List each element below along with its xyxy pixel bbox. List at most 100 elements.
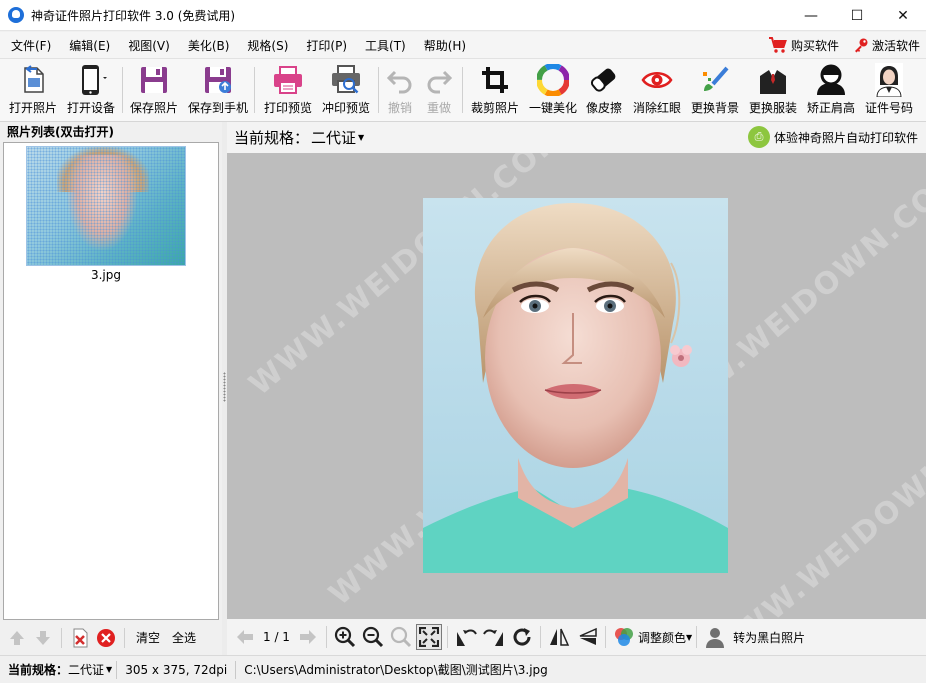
eraser-button[interactable]: 像皮擦 [582,63,626,119]
buy-software-link[interactable]: 购买软件 [768,36,839,54]
menu-file[interactable]: 文件(F) [0,37,58,54]
flip-vertical-button[interactable] [574,624,600,650]
delete-file-button[interactable] [69,627,91,649]
arrow-up-icon [10,630,24,645]
rotate-right-button[interactable] [481,624,507,650]
change-clothes-button[interactable]: 更换服装 [744,63,802,119]
change-background-button[interactable]: 更换背景 [686,63,744,119]
title-bar: 神奇证件照片打印软件 3.0 (免费试用) — ☐ ✕ [0,0,926,31]
eraser-label: 像皮擦 [585,101,622,115]
head-silhouette-icon [817,64,845,95]
photo-list[interactable]: 3.jpg [3,142,219,620]
zoom-out-button[interactable] [360,624,386,650]
close-button[interactable]: ✕ [880,0,926,31]
move-up-button[interactable] [6,627,28,649]
chevron-down-icon[interactable]: ▼ [358,133,364,142]
menu-edit[interactable]: 编辑(E) [58,37,117,54]
fix-shoulder-button[interactable]: 矫正肩高 [802,63,860,119]
print-preview-button[interactable]: 打印预览 [259,63,317,119]
portrait-illustration [423,203,728,573]
rotate-left-button[interactable] [453,624,479,650]
arrow-right-icon [299,630,316,644]
save-photo-button[interactable]: 保存照片 [125,63,183,119]
chevron-down-icon[interactable]: ▼ [686,633,692,642]
actual-size-button[interactable] [388,624,414,650]
next-page-button[interactable] [295,624,321,650]
main-toolbar: 打开照片 打开设备 保存照片 保存到手机 打印预览 冲印预览 撤销 重做 裁剪照… [0,58,926,122]
redo-label: 重做 [426,101,451,115]
open-device-label: 打开设备 [66,101,115,115]
toolbar-separator [446,626,448,648]
delete-file-icon [73,628,88,647]
flip-horizontal-button[interactable] [546,624,572,650]
buy-software-label: 购买软件 [790,38,839,53]
grayscale-label[interactable]: 转为黑白照片 [729,629,809,646]
undo-button[interactable]: 撤销 [382,63,418,119]
rotate-right-icon [483,629,503,646]
maximize-button[interactable]: ☐ [834,0,880,31]
menu-view[interactable]: 视图(V) [117,37,177,54]
id-number-button[interactable]: 证件号码 [860,63,918,119]
adjust-color-label[interactable]: 调整颜色 [638,629,690,646]
print-preview-label: 打印预览 [263,101,312,115]
phone-device-icon [82,65,107,95]
flip-horizontal-icon [549,628,570,646]
magnifier-icon [390,626,412,648]
menu-beautify[interactable]: 美化(B) [177,37,237,54]
remove-red-eye-button[interactable]: 消除红眼 [628,63,686,119]
menu-print[interactable]: 打印(P) [295,37,354,54]
save-to-phone-button[interactable]: 保存到手机 [185,63,251,119]
id-portrait-icon [875,63,903,97]
toolbar-separator [122,67,123,113]
previous-page-button[interactable] [232,624,258,650]
open-photo-button[interactable]: 打开照片 [4,63,62,119]
spec-dropdown[interactable]: 二代证 [311,127,356,148]
redo-button[interactable]: 重做 [421,63,457,119]
photo-canvas[interactable]: WWW.WEIDOWN.COM WWW.WEIDOWN.COM WWW.WEID… [227,153,926,619]
photo-thumbnail[interactable] [26,146,186,266]
status-spec[interactable]: 当前规格： 二代证 ▼ [0,660,116,680]
clear-list-button[interactable]: 清空 [132,629,164,646]
save-to-phone-icon [205,67,231,93]
person-gray-icon [706,628,725,648]
printer-icon [274,66,302,94]
select-all-button[interactable]: 全选 [168,629,200,646]
open-device-button[interactable]: 打开设备 [62,63,120,119]
eraser-icon [590,68,616,92]
develop-preview-button[interactable]: 冲印预览 [317,63,375,119]
remove-item-button[interactable] [95,627,117,649]
rotate-180-button[interactable] [509,624,535,650]
footer-separator [61,627,62,648]
menu-spec[interactable]: 规格(S) [236,37,295,54]
activate-software-link[interactable]: 激活软件 [853,37,920,54]
menu-bar: 文件(F) 编辑(E) 视图(V) 美化(B) 规格(S) 打印(P) 工具(T… [0,32,926,58]
adjust-color-button[interactable] [611,624,637,650]
portrait-photo[interactable] [423,198,728,573]
editor-area: 当前规格： 二代证 ▼ ⎙ 体验神奇照片自动打印软件 WWW.WEIDOWN.C… [227,122,926,655]
grayscale-button[interactable] [702,624,728,650]
chevron-down-icon[interactable]: ▼ [106,665,112,674]
save-photo-label: 保存照片 [129,101,178,115]
status-dimensions: 305 x 375, 72dpi [125,662,228,677]
fit-window-button[interactable] [415,624,442,650]
menu-help[interactable]: 帮助(H) [413,37,473,54]
open-photo-icon [24,65,44,93]
develop-preview-icon [332,65,360,94]
arrow-left-icon [237,630,253,644]
menu-tools[interactable]: 工具(T) [354,37,413,54]
move-down-button[interactable] [32,627,54,649]
footer-separator [124,627,125,648]
change-clothes-label: 更换服装 [748,101,797,115]
undo-icon [386,70,412,94]
save-to-phone-label: 保存到手机 [187,101,248,115]
rgb-circles-icon [614,628,633,646]
zoom-in-button[interactable] [332,624,358,650]
experience-auto-print-link[interactable]: ⎙ 体验神奇照片自动打印软件 [747,126,918,148]
one-click-beautify-button[interactable]: 一键美化 [524,63,582,119]
crop-photo-button[interactable]: 裁剪照片 [466,63,524,119]
red-eye-icon [641,72,673,88]
splitter-grip[interactable] [223,372,226,402]
status-file-path: C:\Users\Administrator\Desktop\截图\测试图片\3… [244,663,548,677]
minimize-button[interactable]: — [788,0,834,31]
floppy-disk-icon [141,67,167,93]
